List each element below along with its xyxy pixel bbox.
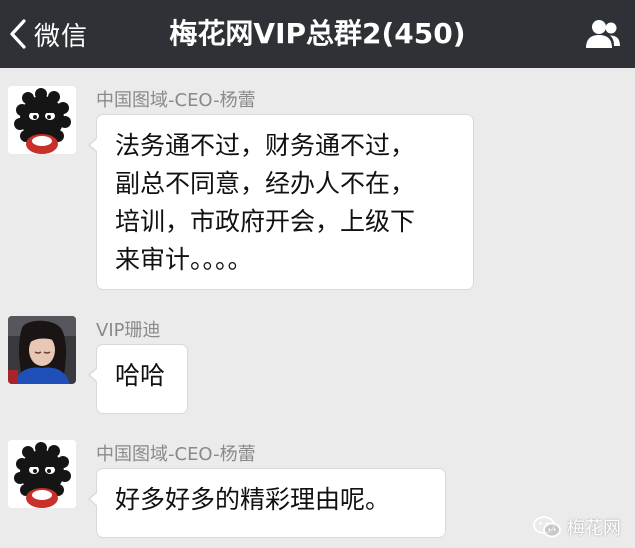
chat-title: 梅花网VIP总群2(450) <box>169 17 466 50</box>
top-bar: 微信 梅花网VIP总群2(450) <box>0 0 635 68</box>
sender-name: 中国图域-CEO-杨蕾 <box>96 444 256 465</box>
wechat-icon <box>533 516 561 538</box>
woman-photo-avatar-icon <box>8 316 76 384</box>
message-text-line: 哈哈 <box>115 361 166 390</box>
sender-name: VIP珊迪 <box>96 320 161 341</box>
message-text-line: 法务通不过，财务通不过， <box>115 131 416 160</box>
message-bubble[interactable]: 法务通不过，财务通不过， 副总不同意，经办人不在， 培训，市政府开会，上级下 来… <box>88 114 474 290</box>
black-fuzzball-avatar-icon <box>8 86 76 154</box>
watermark-text: 梅花网 <box>567 518 621 539</box>
message-text-line: 培训，市政府开会，上级下 <box>115 207 416 236</box>
group-members-button[interactable] <box>583 18 623 50</box>
sender-avatar[interactable] <box>8 86 76 154</box>
message-bubble[interactable]: 哈哈 <box>88 344 188 414</box>
message-text-line: 来审计。。。。 <box>115 245 253 274</box>
sender-avatar[interactable] <box>8 316 76 384</box>
message-text-line: 好多好多的精彩理由呢。 <box>115 485 391 514</box>
sender-name: 中国图域-CEO-杨蕾 <box>96 90 256 111</box>
message-text-line: 副总不同意，经办人不在， <box>115 169 416 198</box>
black-fuzzball-avatar-icon <box>8 440 76 508</box>
sender-avatar[interactable] <box>8 440 76 508</box>
message-bubble[interactable]: 好多好多的精彩理由呢。 <box>88 468 446 538</box>
group-members-icon <box>586 20 620 48</box>
watermark: 梅花网 <box>533 514 621 540</box>
